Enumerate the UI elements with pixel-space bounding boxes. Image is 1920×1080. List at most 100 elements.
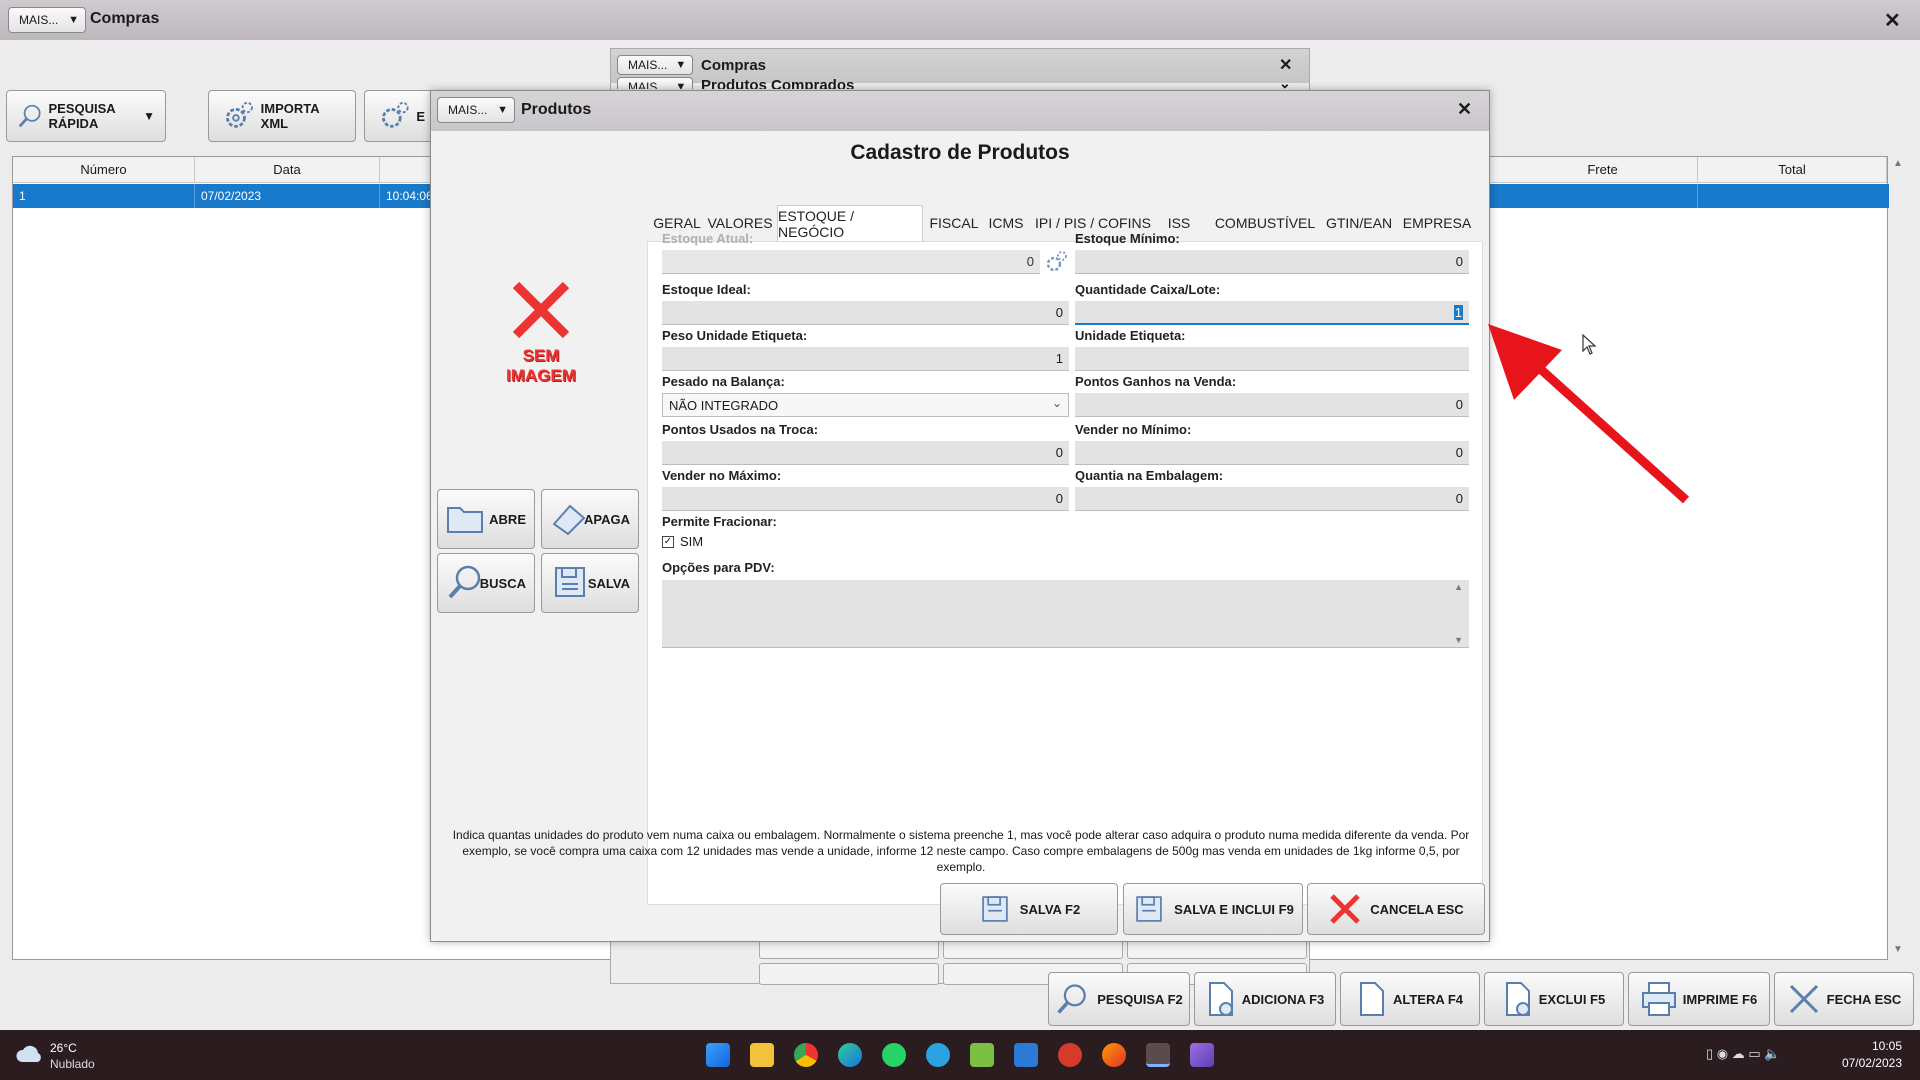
magnifier-icon <box>18 104 41 128</box>
abre-button[interactable]: ABRE <box>437 489 535 549</box>
pontos-ganhos-field[interactable]: 0 <box>1075 393 1469 417</box>
fecha-esc-button[interactable]: FECHA ESC <box>1774 972 1914 1026</box>
partial-toolbar-button[interactable]: E <box>364 90 436 142</box>
tab-gtin-ean[interactable]: GTIN/EAN <box>1321 205 1397 241</box>
estoque-ideal-field[interactable]: 0 <box>662 301 1069 325</box>
cloud-icon <box>16 1045 41 1062</box>
pesado-balanca-label: Pesado na Balança: <box>662 374 785 389</box>
telegram-icon[interactable] <box>926 1043 950 1067</box>
column-header-frete[interactable]: Frete <box>1508 157 1698 183</box>
firefox-icon[interactable] <box>1102 1043 1126 1067</box>
exclui-f5-button[interactable]: EXCLUI F5 <box>1484 972 1624 1026</box>
salva-e-inclui-button[interactable]: SALVA E INCLUI F9 <box>1123 883 1303 935</box>
clock-date[interactable]: 07/02/2023 <box>1830 1056 1902 1070</box>
chevron-down-icon[interactable]: ⌄ <box>1279 75 1291 89</box>
cell-data: 07/02/2023 <box>195 184 380 208</box>
peso-unidade-field[interactable]: 1 <box>662 347 1069 371</box>
main-close-icon[interactable]: ✕ <box>1884 8 1901 33</box>
floppy-disk-icon <box>982 896 1008 922</box>
compras-mais-button[interactable]: MAIS... ▼ <box>617 55 693 75</box>
quantia-embalagem-field[interactable]: 0 <box>1075 487 1469 511</box>
tab-icms[interactable]: ICMS <box>983 205 1029 241</box>
produtos-mais-button[interactable]: MAIS... ▼ <box>437 97 515 123</box>
opcoes-pdv-textarea[interactable]: ▲ ▼ <box>662 580 1469 648</box>
folder-icon <box>447 507 483 533</box>
spreadsheet-icon[interactable] <box>970 1043 994 1067</box>
adiciona-f3-button[interactable]: ADICIONA F3 <box>1194 972 1336 1026</box>
scroll-up-arrow[interactable]: ▲ <box>1454 582 1463 592</box>
pesquisa-f2-button[interactable]: PESQUISA F2 <box>1048 972 1190 1026</box>
gear-icon <box>381 102 409 128</box>
quantidade-caixa-field[interactable]: 1 <box>1075 301 1469 325</box>
altera-f4-button[interactable]: ALTERA F4 <box>1340 972 1480 1026</box>
produtos-mais-label: MAIS... <box>448 103 488 117</box>
video-app-icon[interactable] <box>1190 1043 1214 1067</box>
weather-condition[interactable]: Nublado <box>50 1057 95 1071</box>
remote-app-icon[interactable] <box>1014 1043 1038 1067</box>
file-explorer-icon[interactable] <box>750 1043 774 1067</box>
tab-empresa[interactable]: EMPRESA <box>1399 205 1475 241</box>
importa-xml-label: IMPORTA XML <box>260 101 320 131</box>
hidden-button[interactable] <box>759 963 939 985</box>
scroll-down-arrow[interactable]: ▼ <box>1893 944 1903 955</box>
permite-fracionar-label: Permite Fracionar: <box>662 514 777 529</box>
erp-app-icon[interactable] <box>1146 1043 1170 1067</box>
quantia-embalagem-label: Quantia na Embalagem: <box>1075 468 1224 483</box>
permite-fracionar-checkbox[interactable]: ✓ SIM <box>662 534 703 549</box>
app-red-icon[interactable] <box>1058 1043 1082 1067</box>
tab-fiscal[interactable]: FISCAL <box>925 205 983 241</box>
windows-start-icon[interactable] <box>706 1043 730 1067</box>
delete-document-icon <box>1505 982 1530 1016</box>
partial-toolbar-label: E <box>416 108 425 124</box>
magnifier-icon <box>1057 984 1087 1014</box>
unidade-etiqueta-field[interactable] <box>1075 347 1469 371</box>
no-image-line2: IMAGEM <box>506 366 576 385</box>
produtos-close-icon[interactable]: ✕ <box>1457 99 1472 120</box>
main-mais-button[interactable]: MAIS... ▼ <box>8 7 86 33</box>
chrome-icon[interactable] <box>794 1043 818 1067</box>
whatsapp-icon[interactable] <box>882 1043 906 1067</box>
estoque-minimo-field[interactable]: 0 <box>1075 250 1469 274</box>
edge-icon[interactable] <box>838 1043 862 1067</box>
salva-button[interactable]: SALVA <box>541 553 639 613</box>
produtos-title: Produtos <box>521 101 592 118</box>
clock-time[interactable]: 10:05 <box>1836 1039 1902 1053</box>
no-image-line1: SEM <box>522 346 560 365</box>
apaga-label: APAGA <box>584 511 630 527</box>
pesquisa-rapida-button[interactable]: PESQUISA RÁPIDA ▼ <box>6 90 166 142</box>
imprime-f6-button[interactable]: IMPRIME F6 <box>1628 972 1770 1026</box>
produtos-dialog: MAIS... ▼ Produtos ✕ Cadastro de Produtos… <box>430 90 1490 942</box>
busca-button[interactable]: BUSCA <box>437 553 535 613</box>
cell-total <box>1698 184 1887 208</box>
pontos-usados-field[interactable]: 0 <box>662 441 1069 465</box>
produtos-comprados-mais-button[interactable]: MAIS... ▼ <box>617 77 693 89</box>
scroll-up-arrow[interactable]: ▲ <box>1893 158 1903 169</box>
column-header-numero[interactable]: Número <box>13 157 195 183</box>
column-header-data[interactable]: Data <box>195 157 380 183</box>
estoque-ideal-label: Estoque Ideal: <box>662 282 751 297</box>
pesado-balanca-select[interactable]: NÃO INTEGRADO ⌄ <box>662 393 1069 417</box>
gear-icon <box>226 101 253 128</box>
cell-frete <box>1508 184 1698 208</box>
vender-maximo-field[interactable]: 0 <box>662 487 1069 511</box>
tab-estoque-negocio[interactable]: ESTOQUE / NEGÓCIO <box>777 205 923 241</box>
vender-minimo-field[interactable]: 0 <box>1075 441 1469 465</box>
column-header-total[interactable]: Total <box>1698 157 1887 183</box>
permite-fracionar-option: SIM <box>680 534 704 549</box>
weather-temperature[interactable]: 26°C <box>50 1041 77 1055</box>
tab-combustivel[interactable]: COMBUSTÍVEL <box>1211 205 1319 241</box>
cancel-x-icon <box>1330 894 1361 924</box>
gear-icon[interactable] <box>1043 249 1069 275</box>
chevron-down-icon: ⌄ <box>1051 396 1062 410</box>
cancela-esc-button[interactable]: CANCELA ESC <box>1307 883 1485 935</box>
importa-xml-button[interactable]: IMPORTA XML <box>208 90 356 142</box>
system-tray-icons[interactable]: ▯ ◉ ☁ ▭ 🔈 <box>1706 1046 1780 1062</box>
produtos-comprados-title: Produtos Comprados <box>701 77 855 89</box>
salva-f2-label: SALVA F2 <box>1019 901 1081 917</box>
main-titlebar: MAIS... ▼ Compras ✕ <box>0 0 1920 40</box>
compras-close-icon[interactable]: ✕ <box>1279 55 1292 75</box>
salva-f2-button[interactable]: SALVA F2 <box>940 883 1118 935</box>
scroll-down-arrow[interactable]: ▼ <box>1454 635 1463 645</box>
eraser-icon <box>552 504 586 536</box>
apaga-button[interactable]: APAGA <box>541 489 639 549</box>
